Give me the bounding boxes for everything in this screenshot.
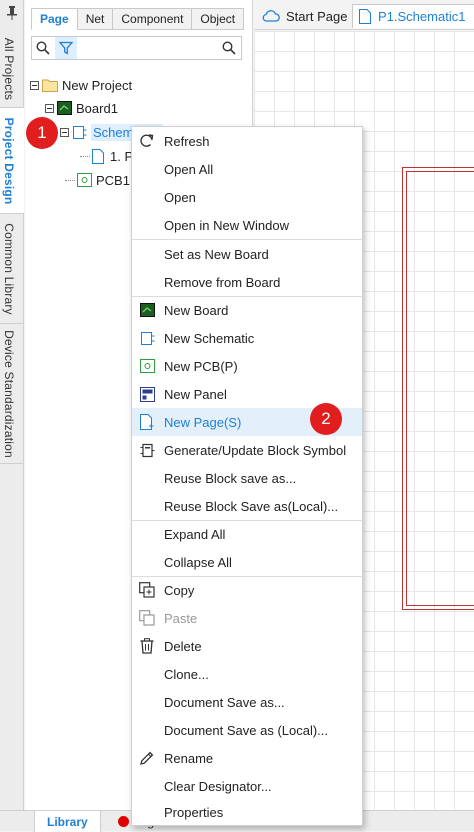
menu-item-new-board[interactable]: New Board xyxy=(132,296,362,324)
context-menu: Refresh Open All Open Open in New Window… xyxy=(131,126,363,826)
error-dot-icon xyxy=(118,816,129,827)
menu-item-generate-block-symbol[interactable]: Generate/Update Block Symbol xyxy=(132,436,362,464)
search-submit-icon[interactable] xyxy=(218,37,240,59)
search-input[interactable] xyxy=(80,39,215,57)
menu-item-paste[interactable]: Paste xyxy=(132,604,362,632)
menu-item-open-all[interactable]: Open All xyxy=(132,155,362,183)
tree-item-board[interactable]: Board1 xyxy=(45,97,118,119)
menu-item-set-as-new-board[interactable]: Set as New Board xyxy=(132,240,362,268)
step-callout-2: 2 xyxy=(310,403,342,435)
tab-p1-schematic1[interactable]: P1.Schematic1 xyxy=(352,4,474,28)
bottom-tab-library[interactable]: Library xyxy=(34,811,101,832)
cloud-icon xyxy=(262,10,280,22)
rail-tab-device-standardization[interactable]: Device Standardization xyxy=(0,324,24,464)
menu-item-document-save-local[interactable]: Document Save as (Local)... xyxy=(132,716,362,744)
tree-item-project[interactable]: New Project xyxy=(30,74,132,96)
new-page-icon xyxy=(139,414,155,430)
panel-tabs: Page Net Component Object xyxy=(31,8,245,30)
tab-component[interactable]: Component xyxy=(113,8,193,30)
menu-item-rename[interactable]: Rename xyxy=(132,744,362,772)
menu-item-document-save-as[interactable]: Document Save as... xyxy=(132,688,362,716)
block-symbol-icon xyxy=(139,442,155,458)
menu-item-delete[interactable]: Delete xyxy=(132,632,362,660)
rail-tab-common-library[interactable]: Common Library xyxy=(0,214,24,324)
pcb-icon xyxy=(139,358,155,374)
menu-item-copy[interactable]: Copy xyxy=(132,576,362,604)
menu-item-reuse-block-save-local[interactable]: Reuse Block Save as(Local)... xyxy=(132,492,362,520)
menu-item-refresh[interactable]: Refresh xyxy=(132,127,362,155)
tab-net[interactable]: Net xyxy=(77,8,114,30)
folder-icon xyxy=(42,78,58,92)
collapse-icon[interactable] xyxy=(45,103,54,113)
menu-item-new-schematic[interactable]: New Schematic xyxy=(132,324,362,352)
tree-item-pcb[interactable]: PCB1 xyxy=(65,169,130,191)
step-callout-1: 1 xyxy=(26,117,58,149)
board-icon xyxy=(139,302,155,318)
menu-item-clone[interactable]: Clone... xyxy=(132,660,362,688)
menu-item-clear-designator[interactable]: Clear Designator... xyxy=(132,772,362,800)
tab-page[interactable]: Page xyxy=(31,8,78,30)
tab-object[interactable]: Object xyxy=(192,8,245,30)
rail-tab-project-design[interactable]: Project Design xyxy=(0,108,24,214)
menu-item-properties[interactable]: Properties xyxy=(132,798,362,826)
trash-icon xyxy=(139,638,155,654)
page-icon xyxy=(92,148,104,164)
search-bar xyxy=(31,36,242,60)
page-icon xyxy=(359,9,371,24)
collapse-icon[interactable] xyxy=(60,127,69,137)
pencil-icon xyxy=(139,750,155,766)
filter-icon[interactable] xyxy=(55,37,77,59)
menu-item-new-pcb[interactable]: New PCB(P) xyxy=(132,352,362,380)
menu-item-reuse-block-save-as[interactable]: Reuse Block save as... xyxy=(132,464,362,492)
tab-start-page[interactable]: Start Page xyxy=(262,4,347,28)
schematic-icon xyxy=(72,125,87,140)
board-icon xyxy=(57,101,72,115)
editor-tab-bar: Start Page P1.Schematic1 xyxy=(254,0,474,30)
schematic-icon xyxy=(139,330,155,346)
collapse-icon[interactable] xyxy=(30,80,39,90)
pin-icon[interactable] xyxy=(5,6,19,22)
panel-icon xyxy=(139,386,155,402)
search-icon[interactable] xyxy=(32,37,54,59)
left-tab-rail: All Projects Project Design Common Libra… xyxy=(0,0,24,831)
menu-item-expand-all[interactable]: Expand All xyxy=(132,520,362,548)
menu-item-open[interactable]: Open xyxy=(132,183,362,211)
menu-item-remove-from-board[interactable]: Remove from Board xyxy=(132,268,362,296)
schematic-frame-inner xyxy=(406,171,474,606)
pcb-icon xyxy=(77,173,92,187)
menu-item-open-new-window[interactable]: Open in New Window xyxy=(132,211,362,239)
paste-icon xyxy=(139,610,155,626)
copy-icon xyxy=(139,582,155,598)
rail-tab-all-projects[interactable]: All Projects xyxy=(0,30,24,108)
menu-item-collapse-all[interactable]: Collapse All xyxy=(132,548,362,576)
refresh-icon xyxy=(139,133,155,149)
